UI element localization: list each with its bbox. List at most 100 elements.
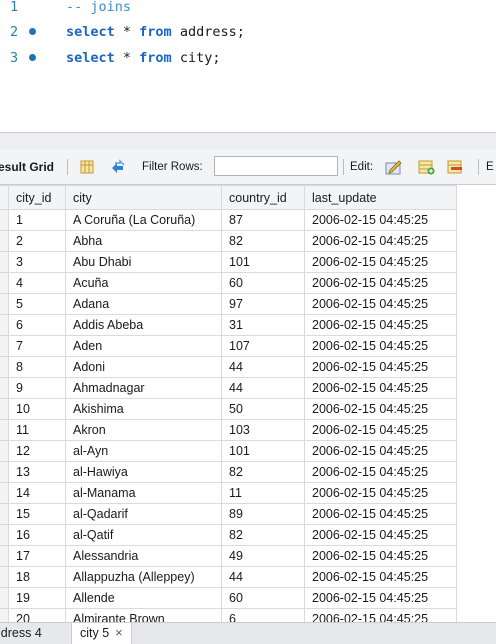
- cell-last-update[interactable]: 2006-02-15 04:45:25: [304, 293, 457, 315]
- cell-last-update[interactable]: 2006-02-15 04:45:25: [304, 545, 457, 567]
- sql-editor[interactable]: 1 -- joins 2 select * from address; 3 se…: [0, 0, 496, 132]
- cell-country-id[interactable]: 82: [221, 524, 305, 546]
- row-header[interactable]: [0, 293, 9, 315]
- export-label[interactable]: E: [486, 150, 494, 184]
- column-header-city[interactable]: city: [65, 185, 222, 210]
- cell-country-id[interactable]: 49: [221, 545, 305, 567]
- code-line-1[interactable]: 1 -- joins: [0, 0, 496, 19]
- result-grid-tab[interactable]: esult Grid: [0, 150, 54, 184]
- cell-city[interactable]: Adoni: [65, 356, 222, 378]
- cell-city[interactable]: Akron: [65, 419, 222, 441]
- cell-city[interactable]: Almirante Brown: [65, 608, 222, 622]
- cell-city-id[interactable]: 11: [8, 419, 66, 441]
- cell-country-id[interactable]: 89: [221, 503, 305, 525]
- edit-pencil-icon[interactable]: [385, 159, 402, 175]
- cell-city[interactable]: Adana: [65, 293, 222, 315]
- column-header-city-id[interactable]: city_id: [8, 185, 66, 210]
- cell-country-id[interactable]: 60: [221, 272, 305, 294]
- row-header[interactable]: [0, 230, 9, 252]
- cell-country-id[interactable]: 44: [221, 356, 305, 378]
- grid-layout-icon[interactable]: [79, 159, 95, 175]
- cell-city[interactable]: Ahmadnagar: [65, 377, 222, 399]
- cell-last-update[interactable]: 2006-02-15 04:45:25: [304, 272, 457, 294]
- cell-city[interactable]: al-Hawiya: [65, 461, 222, 483]
- cell-city[interactable]: Akishima: [65, 398, 222, 420]
- cell-city-id[interactable]: 12: [8, 440, 66, 462]
- cell-city-id[interactable]: 18: [8, 566, 66, 588]
- cell-last-update[interactable]: 2006-02-15 04:45:25: [304, 314, 457, 336]
- table-row[interactable]: 18 Allappuzha (Alleppey) 44 2006-02-15 04:4…: [0, 566, 457, 588]
- cell-city[interactable]: al-Qadarif: [65, 503, 222, 525]
- cell-country-id[interactable]: 50: [221, 398, 305, 420]
- cell-last-update[interactable]: 2006-02-15 04:45:25: [304, 608, 457, 622]
- panel-splitter[interactable]: [0, 132, 496, 151]
- cell-country-id[interactable]: 60: [221, 587, 305, 609]
- table-row[interactable]: 7 Aden 107 2006-02-15 04:45:25: [0, 335, 457, 357]
- row-header[interactable]: [0, 440, 9, 462]
- cell-last-update[interactable]: 2006-02-15 04:45:25: [304, 566, 457, 588]
- cell-city-id[interactable]: 14: [8, 482, 66, 504]
- cell-city[interactable]: A Coruña (La Coruña): [65, 209, 222, 231]
- row-header[interactable]: [0, 545, 9, 567]
- table-row[interactable]: 13 al-Hawiya 82 2006-02-15 04:45:25: [0, 461, 457, 483]
- row-header[interactable]: [0, 335, 9, 357]
- cell-country-id[interactable]: 101: [221, 251, 305, 273]
- cell-country-id[interactable]: 101: [221, 440, 305, 462]
- table-row[interactable]: 6 Addis Abeba 31 2006-02-15 04:45:25: [0, 314, 457, 336]
- cell-city-id[interactable]: 3: [8, 251, 66, 273]
- cell-last-update[interactable]: 2006-02-15 04:45:25: [304, 524, 457, 546]
- table-row[interactable]: 16 al-Qatif 82 2006-02-15 04:45:25: [0, 524, 457, 546]
- column-header-last-update[interactable]: last_update: [304, 185, 457, 210]
- row-header[interactable]: [0, 272, 9, 294]
- cell-city[interactable]: Allende: [65, 587, 222, 609]
- cell-city[interactable]: Addis Abeba: [65, 314, 222, 336]
- cell-city-id[interactable]: 16: [8, 524, 66, 546]
- row-header[interactable]: [0, 482, 9, 504]
- cell-city-id[interactable]: 10: [8, 398, 66, 420]
- cell-country-id[interactable]: 44: [221, 566, 305, 588]
- table-row[interactable]: 9 Ahmadnagar 44 2006-02-15 04:45:25: [0, 377, 457, 399]
- cell-last-update[interactable]: 2006-02-15 04:45:25: [304, 461, 457, 483]
- row-header[interactable]: [0, 398, 9, 420]
- cell-country-id[interactable]: 44: [221, 377, 305, 399]
- cell-city-id[interactable]: 1: [8, 209, 66, 231]
- row-header[interactable]: [0, 587, 9, 609]
- cell-country-id[interactable]: 97: [221, 293, 305, 315]
- refresh-icon[interactable]: [109, 159, 125, 175]
- cell-country-id[interactable]: 31: [221, 314, 305, 336]
- table-row[interactable]: 10 Akishima 50 2006-02-15 04:45:25: [0, 398, 457, 420]
- cell-country-id[interactable]: 82: [221, 230, 305, 252]
- table-row[interactable]: 12 al-Ayn 101 2006-02-15 04:45:25: [0, 440, 457, 462]
- cell-city[interactable]: Allappuzha (Alleppey): [65, 566, 222, 588]
- table-row[interactable]: 1A Coruña (La Coruña) 87 2006-02-15 04:45:…: [0, 209, 457, 231]
- cell-country-id[interactable]: 87: [221, 209, 305, 231]
- cell-city-id[interactable]: 13: [8, 461, 66, 483]
- tab-address-4[interactable]: ldress 4: [0, 623, 42, 644]
- cell-city[interactable]: al-Qatif: [65, 524, 222, 546]
- cell-city-id[interactable]: 9: [8, 377, 66, 399]
- table-row[interactable]: 3 Abu Dhabi 101 2006-02-15 04:45:25: [0, 251, 457, 273]
- cell-city[interactable]: al-Ayn: [65, 440, 222, 462]
- row-header[interactable]: [0, 419, 9, 441]
- column-header-country-id[interactable]: country_id: [221, 185, 305, 210]
- cell-city-id[interactable]: 20: [8, 608, 66, 622]
- row-header[interactable]: [0, 608, 9, 622]
- row-header[interactable]: [0, 209, 9, 231]
- table-row[interactable]: 14 al-Manama 11 2006-02-15 04:45:25: [0, 482, 457, 504]
- row-header[interactable]: [0, 524, 9, 546]
- cell-city-id[interactable]: 2: [8, 230, 66, 252]
- cell-country-id[interactable]: 103: [221, 419, 305, 441]
- cell-last-update[interactable]: 2006-02-15 04:45:25: [304, 377, 457, 399]
- cell-city-id[interactable]: 5: [8, 293, 66, 315]
- cell-city[interactable]: Abu Dhabi: [65, 251, 222, 273]
- code-line-3[interactable]: 3 select * from city;: [0, 46, 496, 70]
- cell-last-update[interactable]: 2006-02-15 04:45:25: [304, 419, 457, 441]
- row-header[interactable]: [0, 377, 9, 399]
- close-tab-icon[interactable]: ×: [115, 626, 122, 640]
- row-header[interactable]: [0, 503, 9, 525]
- cell-city[interactable]: Alessandria: [65, 545, 222, 567]
- row-header[interactable]: [0, 314, 9, 336]
- cell-last-update[interactable]: 2006-02-15 04:45:25: [304, 335, 457, 357]
- add-row-icon[interactable]: [418, 159, 435, 175]
- cell-country-id[interactable]: 82: [221, 461, 305, 483]
